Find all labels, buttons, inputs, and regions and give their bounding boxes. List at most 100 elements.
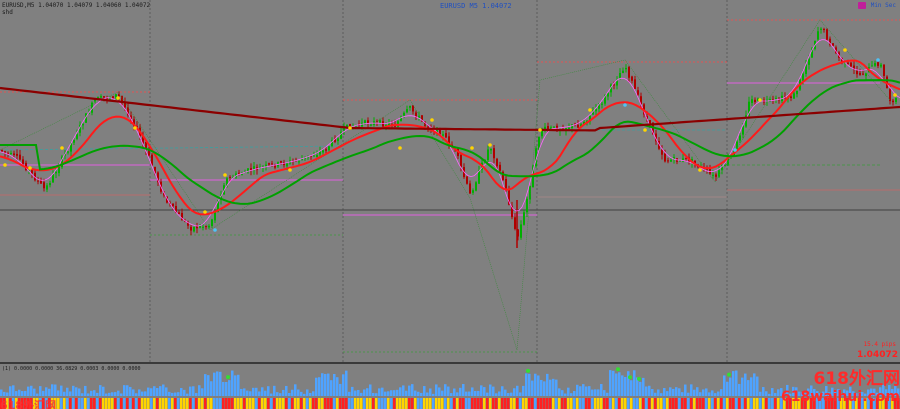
histogram-bar: [645, 398, 648, 409]
candle-body: [817, 31, 819, 40]
histogram-bar: [312, 391, 315, 396]
histogram-bar: [333, 398, 336, 409]
histogram-bar: [516, 385, 519, 396]
histogram-bar: [372, 392, 375, 396]
histogram-bar: [72, 385, 75, 396]
signal-dot: [758, 98, 762, 102]
histogram-bar: [510, 392, 513, 396]
chart-grid: [149, 0, 728, 362]
histogram-bar: [453, 388, 456, 396]
histogram-bar: [327, 373, 330, 396]
histogram-bar: [492, 398, 495, 409]
histogram-bar: [513, 388, 516, 396]
histogram-bar: [240, 398, 243, 409]
histogram-bar: [657, 398, 660, 409]
signal-dot: [223, 173, 227, 177]
histogram-bar: [387, 398, 390, 409]
histogram-bar: [201, 398, 204, 409]
candle-body: [847, 62, 849, 64]
histogram-bar: [321, 398, 324, 409]
histogram-bar: [297, 389, 300, 396]
level-lines: [0, 19, 900, 353]
candle-body: [493, 148, 495, 159]
histogram-bar: [690, 398, 693, 409]
candle-body: [10, 152, 12, 154]
histogram-bar: [378, 388, 381, 396]
signal-dot: [733, 148, 737, 152]
histogram-bar: [174, 398, 177, 409]
histogram-bar: [699, 392, 702, 396]
candle-body: [193, 226, 195, 232]
candle-body: [859, 72, 861, 75]
candle-body: [403, 112, 405, 116]
candle-body: [499, 164, 501, 171]
signal-dot: [133, 126, 137, 130]
histogram-bar: [687, 392, 690, 396]
histogram-bar: [540, 379, 543, 396]
histogram-bar: [63, 391, 66, 396]
histogram-bar: [369, 384, 372, 396]
candle-body: [880, 64, 882, 67]
histogram-bar: [399, 387, 402, 396]
price-chart[interactable]: [0, 0, 900, 362]
histogram-bar: [276, 392, 279, 396]
signal-dot: [623, 103, 627, 107]
candle-body: [460, 154, 462, 167]
candle-body: [808, 58, 810, 65]
histogram-bar: [633, 370, 636, 396]
histogram-bar: [750, 377, 753, 396]
histogram-bar: [465, 398, 468, 409]
peak-dot: [526, 368, 530, 373]
histogram-bar: [651, 398, 654, 409]
histogram-bar: [483, 398, 486, 409]
histogram-bar: [519, 398, 522, 409]
signal-dot: [60, 146, 64, 150]
histogram-bar: [231, 370, 234, 396]
histogram-bar: [531, 380, 534, 396]
watermark-line-2: 618waihui.com: [781, 389, 900, 405]
histogram-bar: [741, 398, 744, 409]
histogram-bar: [180, 388, 183, 396]
candle-body: [754, 99, 756, 103]
histogram-bar: [504, 398, 507, 409]
histogram-bar: [582, 384, 585, 396]
histogram-bar: [474, 398, 477, 409]
histogram-bar: [552, 398, 555, 409]
candle-body: [823, 29, 825, 31]
histogram-bar: [606, 398, 609, 409]
histogram-bar: [258, 398, 261, 409]
histogram-bar: [42, 390, 45, 396]
histogram-bar: [426, 392, 429, 396]
histogram-bar: [177, 392, 180, 396]
histogram-bar: [570, 393, 573, 396]
histogram-bar: [198, 385, 201, 396]
candle-body: [316, 154, 318, 158]
symbol-info: EURUSD,M5 1.04070 1.04079 1.04060 1.0407…: [2, 2, 151, 9]
histogram-bar: [756, 376, 759, 396]
histogram-bar: [318, 398, 321, 409]
histogram-bar: [45, 387, 48, 396]
histogram-bar: [684, 398, 687, 409]
histogram-bar: [3, 391, 6, 396]
histogram-bar: [678, 388, 681, 396]
histogram-bar: [282, 389, 285, 396]
timer-icon[interactable]: [858, 2, 866, 9]
histogram-bar: [561, 390, 564, 396]
histogram-bar: [69, 391, 72, 396]
timer-label: Min Sec: [870, 2, 896, 9]
histogram-bar: [288, 398, 291, 409]
histogram-bar: [594, 389, 597, 396]
histogram-bar: [732, 398, 735, 409]
histogram-bar: [390, 398, 393, 409]
histogram-bar: [330, 380, 333, 396]
histogram-bar: [471, 387, 474, 396]
watermark-line-1: 618外汇网: [813, 369, 900, 389]
histogram-bar: [489, 384, 492, 396]
histogram-bar: [267, 398, 270, 409]
candle-body: [58, 166, 60, 174]
candle-body: [205, 226, 207, 228]
candle-body: [211, 219, 213, 226]
candle-body: [37, 180, 39, 182]
histogram-bar: [363, 398, 366, 409]
candle-body: [670, 159, 672, 162]
